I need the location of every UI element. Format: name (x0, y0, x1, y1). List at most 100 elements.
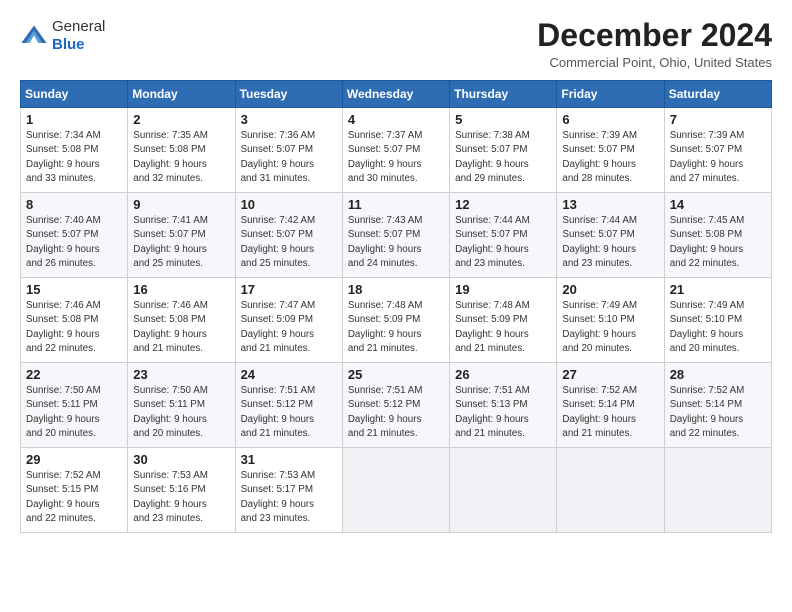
day-number: 2 (133, 112, 229, 127)
day-number: 17 (241, 282, 337, 297)
day-number: 20 (562, 282, 658, 297)
day-info: Sunrise: 7:50 AM Sunset: 5:11 PM Dayligh… (133, 384, 229, 441)
day-number: 31 (241, 452, 337, 467)
day-info: Sunrise: 7:51 AM Sunset: 5:13 PM Dayligh… (455, 384, 551, 441)
col-header-saturday: Saturday (664, 81, 771, 108)
day-info: Sunrise: 7:45 AM Sunset: 5:08 PM Dayligh… (670, 214, 766, 271)
day-info: Sunrise: 7:36 AM Sunset: 5:07 PM Dayligh… (241, 129, 337, 186)
calendar-header: SundayMondayTuesdayWednesdayThursdayFrid… (21, 81, 772, 108)
calendar-cell: 1 Sunrise: 7:34 AM Sunset: 5:08 PM Daylig… (21, 108, 128, 193)
calendar-cell: 2 Sunrise: 7:35 AM Sunset: 5:08 PM Daylig… (128, 108, 235, 193)
logo-icon (20, 22, 48, 50)
calendar-week-4: 22Sunrise: 7:50 AM Sunset: 5:11 PM Dayli… (21, 363, 772, 448)
calendar-cell: 28Sunrise: 7:52 AM Sunset: 5:14 PM Dayli… (664, 363, 771, 448)
col-header-thursday: Thursday (450, 81, 557, 108)
calendar-cell: 7Sunrise: 7:39 AM Sunset: 5:07 PM Daylig… (664, 108, 771, 193)
calendar-cell: 11 Sunrise: 7:43 AM Sunset: 5:07 PM Dayli… (342, 193, 449, 278)
day-info: Sunrise: 7:41 AM Sunset: 5:07 PM Dayligh… (133, 214, 229, 271)
col-header-sunday: Sunday (21, 81, 128, 108)
title-block: December 2024 Commercial Point, Ohio, Un… (537, 18, 772, 70)
day-info: Sunrise: 7:52 AM Sunset: 5:14 PM Dayligh… (562, 384, 658, 441)
day-info: Sunrise: 7:39 AM Sunset: 5:07 PM Dayligh… (562, 129, 658, 186)
day-info: Sunrise: 7:37 AM Sunset: 5:07 PM Dayligh… (348, 129, 444, 186)
calendar-cell: 18 Sunrise: 7:48 AM Sunset: 5:09 PM Dayli… (342, 278, 449, 363)
day-number: 23 (133, 367, 229, 382)
day-info: Sunrise: 7:49 AM Sunset: 5:10 PM Dayligh… (562, 299, 658, 356)
day-info: Sunrise: 7:47 AM Sunset: 5:09 PM Dayligh… (241, 299, 337, 356)
day-number: 6 (562, 112, 658, 127)
day-number: 18 (348, 282, 444, 297)
calendar-cell: 24Sunrise: 7:51 AM Sunset: 5:12 PM Dayli… (235, 363, 342, 448)
calendar-cell (342, 448, 449, 533)
day-info: Sunrise: 7:34 AM Sunset: 5:08 PM Dayligh… (26, 129, 122, 186)
day-number: 26 (455, 367, 551, 382)
location: Commercial Point, Ohio, United States (537, 55, 772, 70)
day-number: 4 (348, 112, 444, 127)
day-number: 29 (26, 452, 122, 467)
day-info: Sunrise: 7:48 AM Sunset: 5:09 PM Dayligh… (455, 299, 551, 356)
day-info: Sunrise: 7:51 AM Sunset: 5:12 PM Dayligh… (241, 384, 337, 441)
day-info: Sunrise: 7:42 AM Sunset: 5:07 PM Dayligh… (241, 214, 337, 271)
month-title: December 2024 (537, 18, 772, 53)
day-number: 16 (133, 282, 229, 297)
calendar-cell: 22Sunrise: 7:50 AM Sunset: 5:11 PM Dayli… (21, 363, 128, 448)
col-header-monday: Monday (128, 81, 235, 108)
calendar-cell: 30 Sunrise: 7:53 AM Sunset: 5:16 PM Dayli… (128, 448, 235, 533)
calendar-cell: 20 Sunrise: 7:49 AM Sunset: 5:10 PM Dayli… (557, 278, 664, 363)
day-info: Sunrise: 7:44 AM Sunset: 5:07 PM Dayligh… (455, 214, 551, 271)
day-info: Sunrise: 7:46 AM Sunset: 5:08 PM Dayligh… (133, 299, 229, 356)
day-number: 10 (241, 197, 337, 212)
page: General Blue December 2024 Commercial Po… (0, 0, 792, 543)
day-number: 21 (670, 282, 766, 297)
calendar-cell: 13 Sunrise: 7:44 AM Sunset: 5:07 PM Dayli… (557, 193, 664, 278)
calendar-table: SundayMondayTuesdayWednesdayThursdayFrid… (20, 80, 772, 533)
day-number: 1 (26, 112, 122, 127)
day-number: 28 (670, 367, 766, 382)
header-row: SundayMondayTuesdayWednesdayThursdayFrid… (21, 81, 772, 108)
day-number: 3 (241, 112, 337, 127)
day-number: 25 (348, 367, 444, 382)
calendar-cell: 12 Sunrise: 7:44 AM Sunset: 5:07 PM Dayli… (450, 193, 557, 278)
day-info: Sunrise: 7:48 AM Sunset: 5:09 PM Dayligh… (348, 299, 444, 356)
calendar-cell: 23 Sunrise: 7:50 AM Sunset: 5:11 PM Dayli… (128, 363, 235, 448)
calendar-cell: 3 Sunrise: 7:36 AM Sunset: 5:07 PM Daylig… (235, 108, 342, 193)
logo-text: General Blue (52, 18, 105, 54)
day-info: Sunrise: 7:40 AM Sunset: 5:07 PM Dayligh… (26, 214, 122, 271)
day-number: 8 (26, 197, 122, 212)
day-number: 11 (348, 197, 444, 212)
day-info: Sunrise: 7:43 AM Sunset: 5:07 PM Dayligh… (348, 214, 444, 271)
day-number: 30 (133, 452, 229, 467)
calendar-cell: 4 Sunrise: 7:37 AM Sunset: 5:07 PM Daylig… (342, 108, 449, 193)
calendar-cell: 14Sunrise: 7:45 AM Sunset: 5:08 PM Dayli… (664, 193, 771, 278)
calendar-cell: 27Sunrise: 7:52 AM Sunset: 5:14 PM Dayli… (557, 363, 664, 448)
day-info: Sunrise: 7:44 AM Sunset: 5:07 PM Dayligh… (562, 214, 658, 271)
day-info: Sunrise: 7:53 AM Sunset: 5:16 PM Dayligh… (133, 469, 229, 526)
calendar-cell: 29Sunrise: 7:52 AM Sunset: 5:15 PM Dayli… (21, 448, 128, 533)
day-number: 13 (562, 197, 658, 212)
calendar-cell: 19Sunrise: 7:48 AM Sunset: 5:09 PM Dayli… (450, 278, 557, 363)
day-number: 15 (26, 282, 122, 297)
col-header-friday: Friday (557, 81, 664, 108)
calendar-week-5: 29Sunrise: 7:52 AM Sunset: 5:15 PM Dayli… (21, 448, 772, 533)
calendar-cell (557, 448, 664, 533)
day-info: Sunrise: 7:49 AM Sunset: 5:10 PM Dayligh… (670, 299, 766, 356)
calendar-cell (450, 448, 557, 533)
day-info: Sunrise: 7:39 AM Sunset: 5:07 PM Dayligh… (670, 129, 766, 186)
logo-blue: Blue (52, 36, 85, 53)
calendar-cell: 21 Sunrise: 7:49 AM Sunset: 5:10 PM Dayli… (664, 278, 771, 363)
day-number: 5 (455, 112, 551, 127)
day-number: 9 (133, 197, 229, 212)
day-info: Sunrise: 7:35 AM Sunset: 5:08 PM Dayligh… (133, 129, 229, 186)
col-header-wednesday: Wednesday (342, 81, 449, 108)
day-number: 12 (455, 197, 551, 212)
calendar-week-1: 1 Sunrise: 7:34 AM Sunset: 5:08 PM Daylig… (21, 108, 772, 193)
calendar-cell: 5Sunrise: 7:38 AM Sunset: 5:07 PM Daylig… (450, 108, 557, 193)
day-info: Sunrise: 7:46 AM Sunset: 5:08 PM Dayligh… (26, 299, 122, 356)
day-info: Sunrise: 7:50 AM Sunset: 5:11 PM Dayligh… (26, 384, 122, 441)
calendar-body: 1 Sunrise: 7:34 AM Sunset: 5:08 PM Daylig… (21, 108, 772, 533)
logo-general: General (52, 18, 105, 36)
calendar-week-3: 15 Sunrise: 7:46 AM Sunset: 5:08 PM Dayli… (21, 278, 772, 363)
calendar-cell: 15 Sunrise: 7:46 AM Sunset: 5:08 PM Dayli… (21, 278, 128, 363)
calendar-cell: 25Sunrise: 7:51 AM Sunset: 5:12 PM Dayli… (342, 363, 449, 448)
calendar-cell: 6 Sunrise: 7:39 AM Sunset: 5:07 PM Daylig… (557, 108, 664, 193)
